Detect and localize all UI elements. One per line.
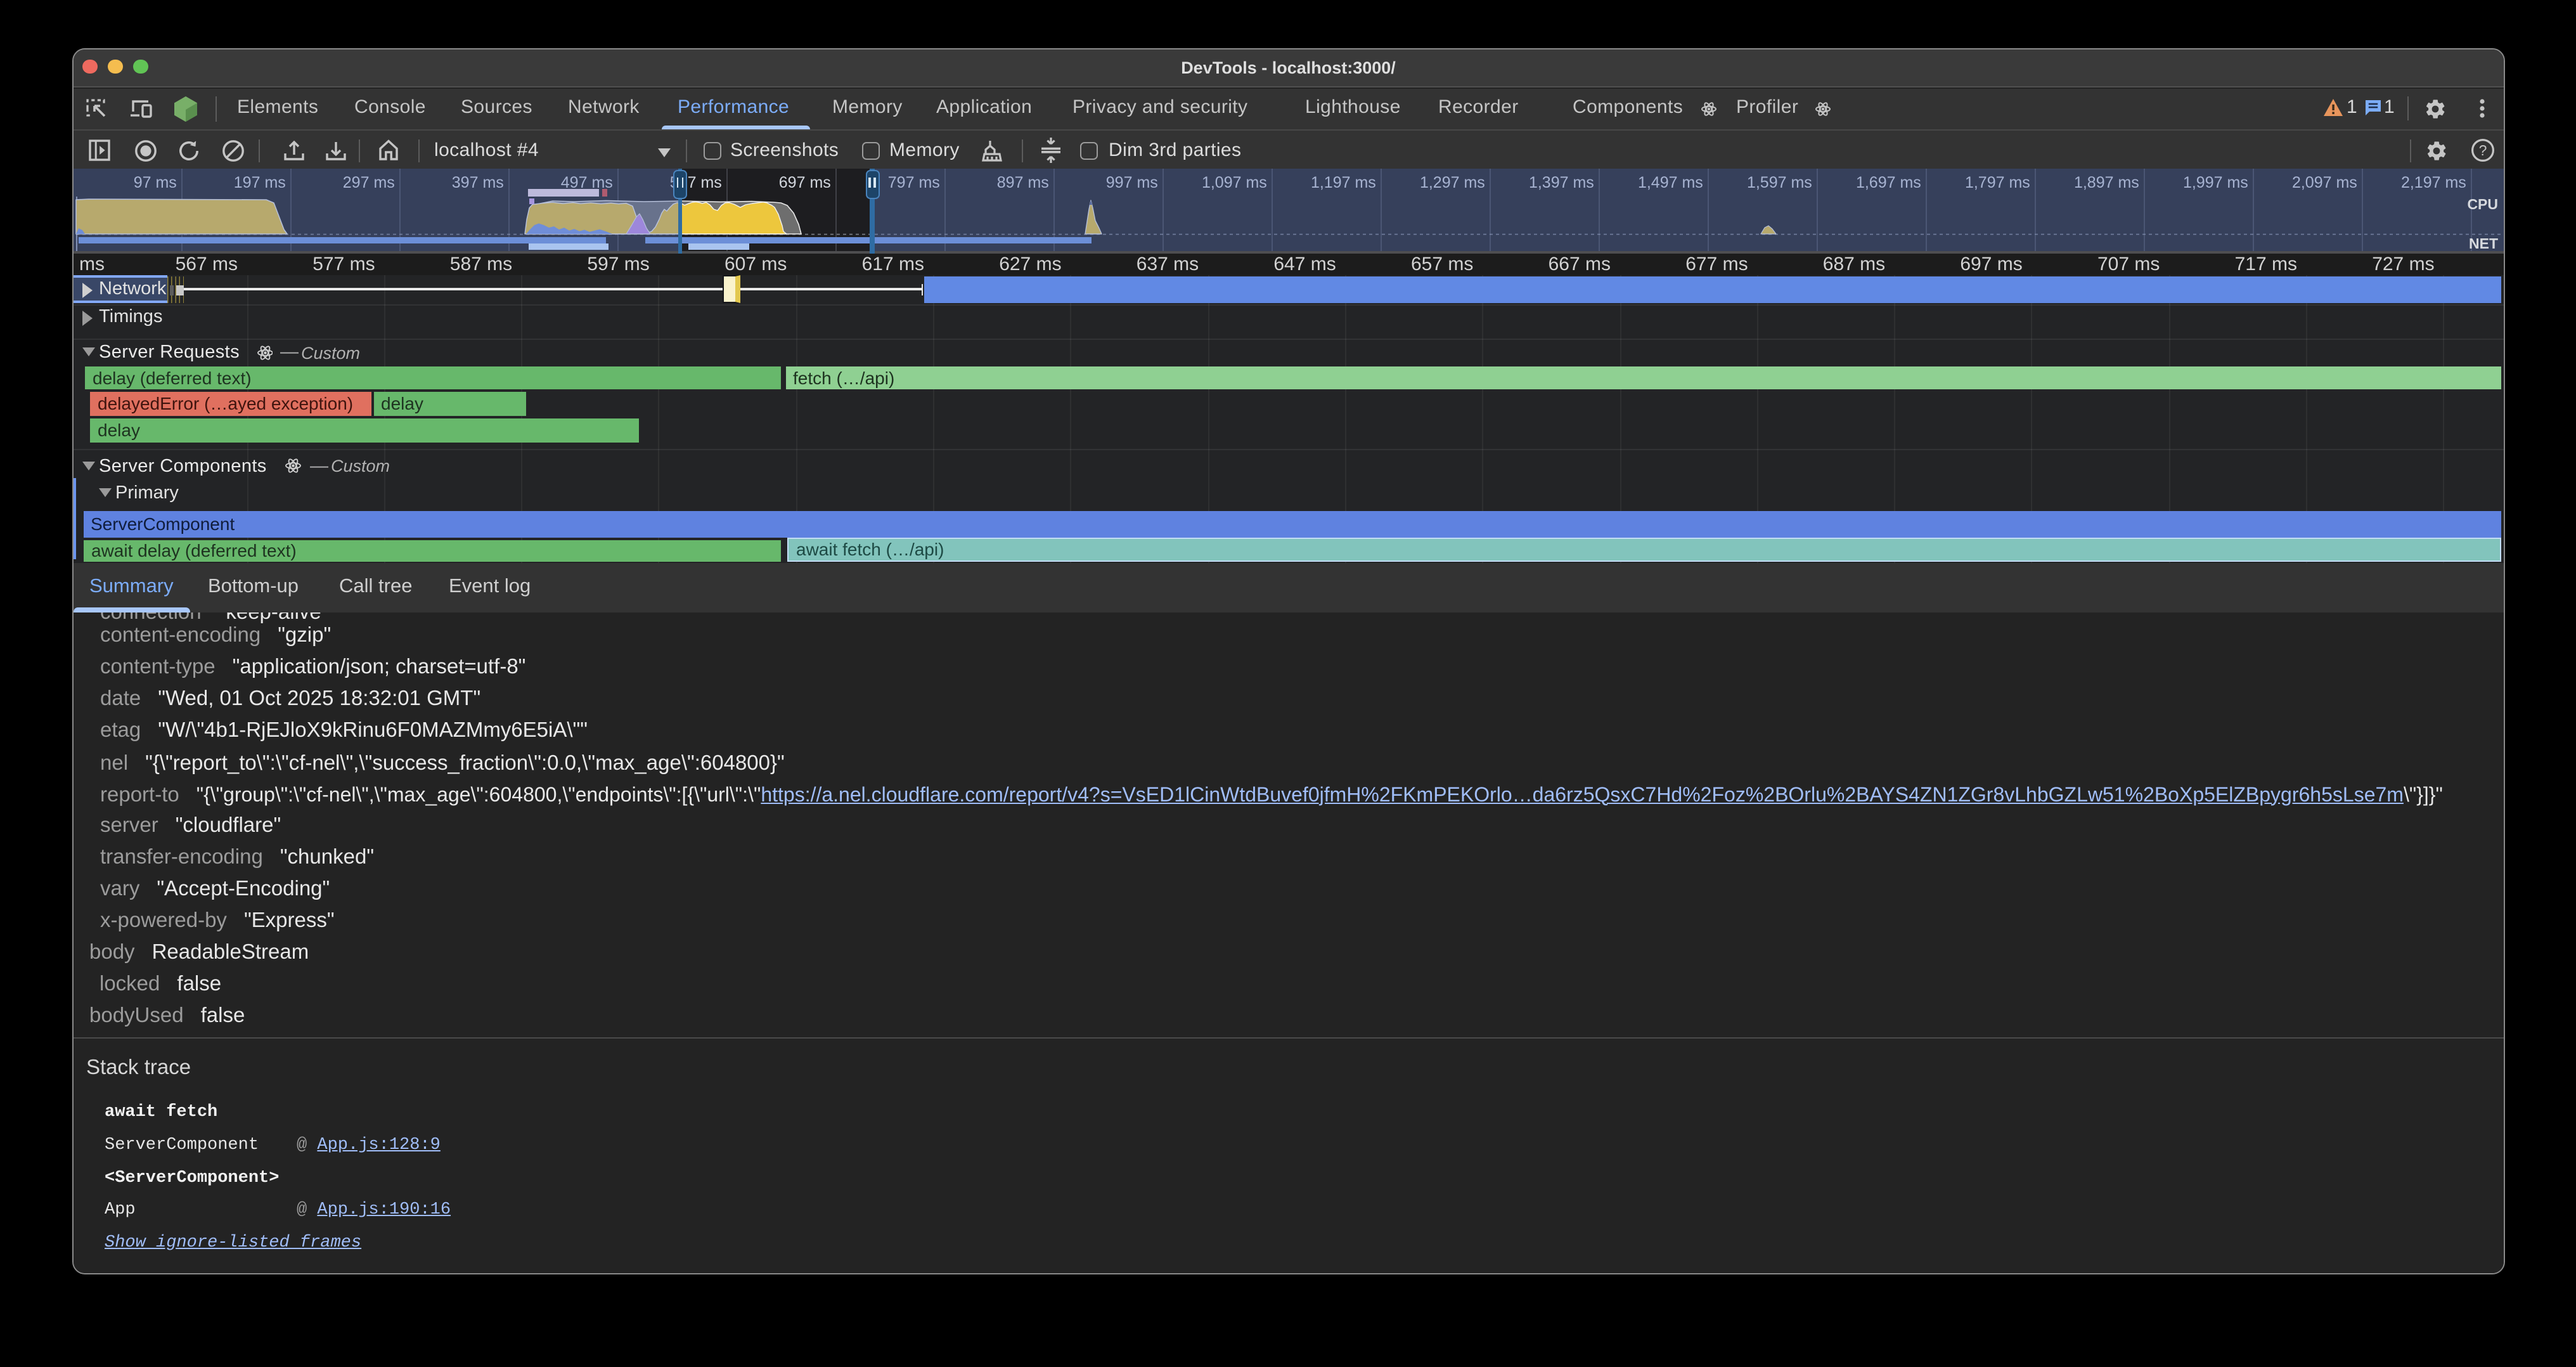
svg-text:?: ? <box>2479 142 2487 159</box>
